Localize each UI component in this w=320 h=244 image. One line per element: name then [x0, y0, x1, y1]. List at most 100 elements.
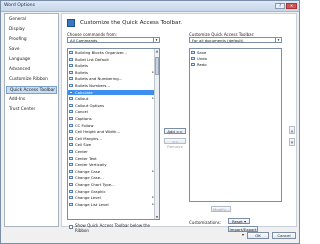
- show-below-ribbon-checkbox[interactable]: [69, 225, 73, 229]
- command-label: Bullets: [75, 69, 88, 75]
- nav-item[interactable]: Add-Ins: [6, 96, 60, 104]
- qat-list-item[interactable]: Undo: [190, 56, 281, 61]
- qat-list-item[interactable]: Redo: [190, 62, 281, 67]
- command-list-item[interactable]: Change Case▸: [68, 169, 155, 174]
- command-label: Captions: [75, 116, 92, 121]
- command-icon: [69, 57, 73, 61]
- command-list-item[interactable]: Change Chart Type...: [68, 182, 155, 187]
- command-list-item[interactable]: Cell Margins...: [68, 136, 155, 141]
- command-icon: [69, 189, 73, 193]
- nav-item[interactable]: Quick Access Toolbar: [6, 86, 57, 94]
- reset-button[interactable]: Reset ▾: [228, 218, 250, 224]
- qat-list[interactable]: Save Undo Redo: [189, 48, 282, 202]
- command-list-item[interactable]: Cancel: [68, 109, 155, 114]
- command-icon: [69, 84, 73, 87]
- options-nav: General Display Proofing Save Language Advanc…: [4, 13, 59, 227]
- qat-list-item[interactable]: Save: [190, 50, 281, 55]
- nav-item[interactable]: General: [6, 16, 60, 24]
- nav-item[interactable]: Customize Ribbon: [6, 76, 60, 84]
- command-icon: [69, 169, 73, 173]
- command-label: Cancel: [75, 109, 88, 115]
- nav-item[interactable]: Save: [6, 46, 60, 54]
- cancel-button[interactable]: Cancel: [272, 232, 296, 239]
- command-list-item[interactable]: Cell Size: [68, 142, 155, 147]
- remove-button[interactable]: << Remove: [164, 138, 186, 149]
- word-options-window: Word Options ? ✕ General Display Proofing S…: [0, 0, 300, 244]
- command-icon: [69, 163, 73, 167]
- command-label: Bullets Numbers...: [75, 83, 110, 88]
- command-list-item[interactable]: Bullet List Default: [68, 57, 155, 62]
- command-list-item[interactable]: Bullets: [68, 63, 155, 68]
- command-icon: [69, 196, 73, 200]
- command-label: Center: [75, 149, 88, 154]
- command-list-item[interactable]: Cell Height and Width...: [68, 129, 155, 134]
- page-heading: Customize the Quick Access Toolbar.: [80, 20, 183, 26]
- command-icon: [69, 70, 73, 74]
- help-button[interactable]: ?: [275, 3, 285, 9]
- command-icon: [69, 130, 73, 134]
- command-list-item[interactable]: Center Vertically: [68, 162, 155, 167]
- main-panel: Customize the Quick Access Toolbar. Choo…: [61, 13, 297, 237]
- add-button[interactable]: Add >>: [164, 128, 186, 134]
- nav-item[interactable]: Proofing: [6, 36, 60, 44]
- command-icon: [69, 64, 73, 68]
- move-up-button[interactable]: ▲: [289, 126, 295, 134]
- choose-commands-combo[interactable]: All Commands ▾: [67, 37, 160, 43]
- modify-button[interactable]: Modify...: [211, 206, 231, 212]
- customize-qat-combo[interactable]: For all documents (default) ▾: [189, 37, 282, 43]
- command-label: Cell Size: [75, 142, 92, 148]
- qat-item-label: Save: [197, 50, 207, 55]
- scroll-thumb[interactable]: [155, 57, 159, 75]
- qat-item-label: Redo: [197, 62, 207, 67]
- commands-list[interactable]: Change List Level▸ Change Level▸Change Gr…: [67, 48, 160, 220]
- commands-scrollbar[interactable]: ▲ ▼: [154, 49, 159, 219]
- command-label: Center Vertically: [75, 162, 107, 168]
- command-list-item[interactable]: Callout Options: [68, 103, 155, 108]
- command-list-item[interactable]: Center Text: [68, 156, 155, 161]
- customize-qat-value: For all documents (default): [192, 38, 244, 43]
- command-label: Calculate: [75, 89, 93, 95]
- command-list-item[interactable]: Bullets and Numbering...: [68, 76, 155, 81]
- command-label: Callout: [75, 96, 89, 102]
- command-icon: [69, 156, 73, 160]
- command-list-item[interactable]: Change List Level▸: [68, 202, 155, 207]
- command-label: Bullet List Default: [75, 56, 109, 62]
- command-icon: [69, 176, 73, 180]
- command-list-item[interactable]: Captions: [68, 116, 155, 121]
- command-label: Change List Level: [75, 201, 109, 207]
- qat-item-icon: [191, 51, 195, 54]
- scroll-up-icon[interactable]: ▲: [155, 49, 159, 53]
- command-list-item[interactable]: Callout▸: [68, 96, 155, 101]
- nav-item[interactable]: Display: [6, 26, 60, 34]
- choose-commands-value: All Commands: [70, 38, 98, 43]
- command-label: Center Text: [75, 155, 97, 161]
- nav-item[interactable]: Language: [6, 56, 60, 64]
- command-label: Change Graphic: [75, 188, 106, 194]
- command-icon: [69, 117, 73, 120]
- command-list-item[interactable]: Change Case...: [68, 175, 155, 180]
- toolbar-icon: [67, 19, 75, 27]
- command-list-item[interactable]: Bullets Numbers...: [68, 83, 155, 88]
- command-icon: [69, 51, 73, 54]
- command-list-item[interactable]: Calculate: [68, 89, 155, 95]
- command-list-item[interactable]: Building Blocks Organizer...: [68, 50, 155, 55]
- qat-item-label: Undo: [197, 56, 207, 61]
- command-icon: [69, 183, 73, 186]
- command-label: Cell Margins...: [75, 135, 102, 141]
- close-button[interactable]: ✕: [286, 3, 297, 9]
- command-label: CC Follow: [75, 122, 94, 128]
- command-icon: [69, 103, 73, 107]
- command-list-item[interactable]: Center: [68, 149, 155, 154]
- scroll-down-icon[interactable]: ▼: [155, 215, 159, 219]
- command-list-item[interactable]: Bullets▸: [68, 70, 155, 75]
- nav-item[interactable]: Advanced: [6, 66, 60, 74]
- nav-item[interactable]: Trust Center: [6, 106, 60, 114]
- command-label: Building Blocks Organizer...: [75, 50, 127, 55]
- command-list-item[interactable]: CC Follow: [68, 123, 155, 128]
- command-list-item[interactable]: Change Graphic: [68, 189, 155, 194]
- ok-button[interactable]: OK: [247, 232, 269, 239]
- chevron-down-icon: ▾: [275, 38, 281, 42]
- move-down-button[interactable]: ▼: [289, 138, 295, 146]
- command-list-item[interactable]: Change Level▸: [68, 195, 155, 200]
- command-icon: [69, 110, 73, 114]
